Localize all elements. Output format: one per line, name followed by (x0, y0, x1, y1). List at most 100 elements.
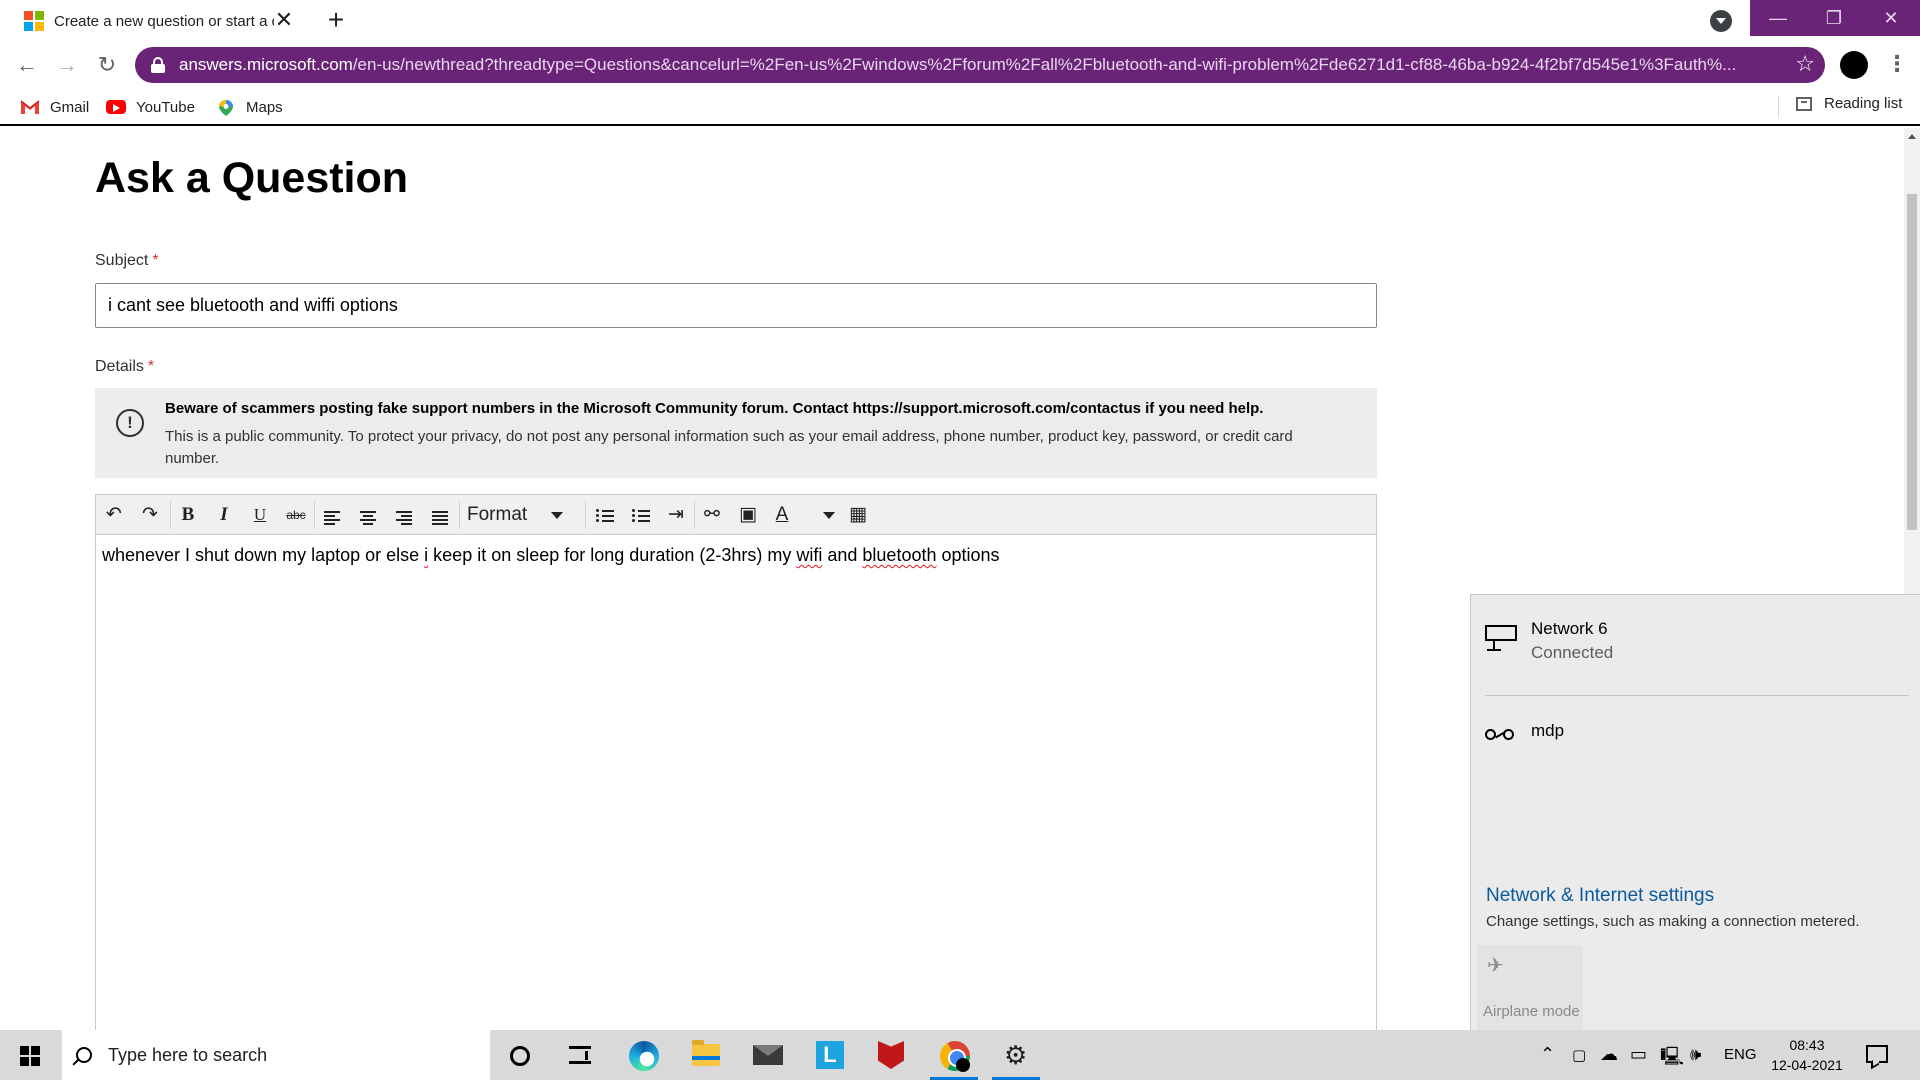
network-settings-description: Change settings, such as making a connec… (1486, 913, 1860, 930)
folder-icon (692, 1040, 720, 1066)
task-view-button[interactable] (551, 1030, 607, 1080)
required-marker: * (152, 252, 159, 269)
required-marker: * (147, 358, 155, 375)
align-center-button[interactable] (352, 499, 384, 531)
l-app-icon: L (816, 1041, 844, 1069)
details-label: Details * (95, 358, 155, 375)
network-item-network6[interactable]: Network 6 Connected (1485, 619, 1613, 663)
info-exclamation-icon: ! (116, 409, 144, 437)
input-language-indicator[interactable]: ENG (1724, 1046, 1757, 1063)
text-color-icon[interactable]: A (766, 499, 798, 531)
forward-arrow-icon[interactable]: → (52, 50, 82, 80)
windows-taskbar: Type here to search L ⚙ ⌃ ▢ ☁ ▭ 🖳 🕪 ENG … (0, 1030, 1920, 1080)
maps-icon (216, 99, 236, 116)
network-flyout: Network 6 Connected mdp Network & Intern… (1470, 594, 1920, 1031)
clock-time: 08:43 (1789, 1037, 1825, 1053)
taskbar-search-box[interactable]: Type here to search (62, 1030, 490, 1080)
image-icon[interactable]: ▣ (732, 499, 764, 531)
dialup-connection-icon (1485, 725, 1517, 745)
gmail-icon (20, 99, 40, 115)
table-icon[interactable]: ▦ (842, 499, 874, 531)
scroll-thumb[interactable] (1907, 194, 1917, 530)
text-color-chevron-icon[interactable] (823, 512, 835, 519)
bookmark-maps[interactable]: Maps (216, 95, 283, 119)
link-icon[interactable]: ⚯ (696, 499, 728, 531)
align-left-button[interactable] (316, 499, 348, 531)
window-minimize-button[interactable]: — (1750, 0, 1806, 36)
airplane-mode-label: Airplane mode (1483, 1003, 1580, 1020)
toolbar-divider (694, 501, 695, 529)
format-dropdown[interactable]: Format (461, 499, 581, 531)
network-tray-icon[interactable]: 🖳 (1660, 1044, 1684, 1074)
mail-icon (753, 1045, 783, 1065)
align-justify-icon (432, 511, 448, 525)
bookmark-youtube[interactable]: YouTube (106, 95, 195, 119)
undo-icon[interactable]: ↶ (98, 499, 130, 531)
misspelled-word: bluetooth (862, 545, 937, 565)
bookmarks-bar: Gmail YouTube Maps Reading list (0, 88, 1920, 126)
misspelled-word: wifi (796, 545, 823, 565)
window-close-button[interactable]: ✕ (1862, 0, 1920, 36)
reload-icon[interactable]: ↻ (92, 50, 122, 80)
network-internet-settings-link[interactable]: Network & Internet settings (1486, 885, 1714, 907)
indent-button[interactable]: ⇥ (660, 499, 692, 531)
back-arrow-icon[interactable]: ← (12, 50, 42, 80)
window-restore-button[interactable]: ❐ (1806, 0, 1862, 36)
onedrive-icon[interactable]: ☁ (1600, 1044, 1618, 1065)
show-hidden-icons-chevron-icon[interactable]: ⌃ (1540, 1044, 1555, 1065)
volume-icon[interactable]: 🕪 (1690, 1044, 1701, 1065)
address-bar[interactable]: answers.microsoft.com/en-us/newthread?th… (135, 47, 1825, 83)
chrome-taskbar-button[interactable] (926, 1030, 982, 1080)
taskbar-clock[interactable]: 08:43 12-04-2021 (1762, 1035, 1852, 1075)
mail-taskbar-button[interactable] (739, 1030, 795, 1080)
align-justify-button[interactable] (424, 499, 456, 531)
profile-avatar[interactable] (1840, 51, 1868, 79)
gear-icon: ⚙ (1004, 1040, 1028, 1070)
menu-kebab-icon[interactable]: ⋮ (1886, 51, 1908, 79)
align-right-button[interactable] (388, 499, 420, 531)
bookmark-gmail[interactable]: Gmail (20, 95, 89, 119)
toolbar-divider (314, 501, 315, 529)
scroll-up-arrow-icon[interactable] (1908, 134, 1916, 139)
subject-input[interactable] (95, 283, 1377, 328)
l-app-taskbar-button[interactable]: L (801, 1030, 857, 1080)
editor-body-text[interactable]: whenever I shut down my laptop or else i… (102, 545, 1000, 566)
bullet-list-icon (596, 509, 614, 526)
edge-taskbar-button[interactable] (615, 1030, 671, 1080)
toolbar-divider (585, 501, 586, 529)
underline-button[interactable]: U (244, 499, 276, 531)
mcafee-taskbar-button[interactable] (863, 1030, 919, 1080)
tab-close-icon[interactable]: ✕ (272, 9, 296, 33)
battery-icon[interactable]: ▭ (1630, 1044, 1647, 1065)
network-name: Network 6 (1531, 619, 1608, 638)
bookmark-star-icon[interactable]: ☆ (1795, 51, 1815, 77)
align-center-icon (360, 511, 376, 525)
chevron-down-icon (551, 512, 563, 519)
italic-button[interactable]: I (208, 499, 240, 531)
airplane-mode-tile[interactable]: ✈ Airplane mode (1477, 945, 1583, 1031)
strikethrough-button[interactable]: abc (280, 499, 312, 531)
action-center-icon[interactable] (1866, 1045, 1888, 1063)
browser-tab-active[interactable]: Create a new question or start a discuss… (12, 0, 308, 42)
page-title: Ask a Question (95, 154, 409, 202)
cortana-button[interactable] (491, 1030, 547, 1080)
bold-button[interactable]: B (172, 499, 204, 531)
bullet-list-button[interactable] (588, 499, 620, 531)
tab-search-icon[interactable] (1710, 10, 1732, 32)
rich-text-editor[interactable]: ↶ ↷ B I U abc Format ⇥ ⚯ ▣ A ▦ whenever … (95, 494, 1377, 1030)
settings-taskbar-button[interactable]: ⚙ (988, 1030, 1044, 1080)
youtube-icon (106, 100, 126, 114)
profile-badge-icon (956, 1058, 970, 1072)
reading-list-button[interactable]: Reading list (1796, 95, 1902, 112)
network-item-mdp[interactable]: mdp (1485, 721, 1564, 745)
windows-start-icon[interactable] (20, 1046, 40, 1066)
numbered-list-button[interactable] (624, 499, 656, 531)
subject-label: Subject * (95, 252, 159, 269)
file-explorer-taskbar-button[interactable] (677, 1030, 733, 1080)
numbered-list-icon (632, 509, 650, 526)
meet-now-icon[interactable]: ▢ (1572, 1046, 1586, 1064)
redo-icon[interactable]: ↷ (134, 499, 166, 531)
new-tab-button[interactable]: + (322, 6, 350, 35)
url-text: answers.microsoft.com/en-us/newthread?th… (179, 55, 1737, 74)
toolbar-divider (459, 501, 460, 529)
